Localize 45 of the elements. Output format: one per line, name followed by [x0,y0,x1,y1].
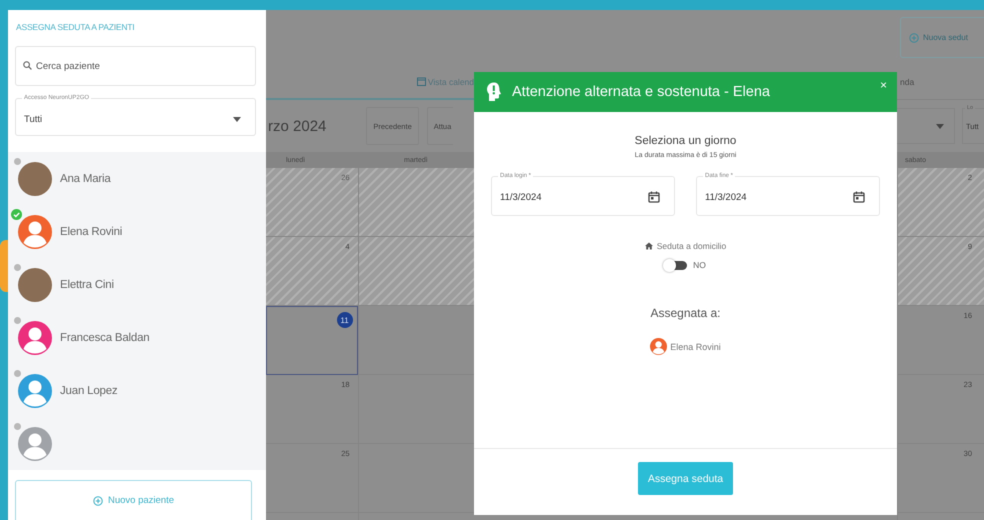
calendar-cell[interactable] [358,168,474,237]
photo-placeholder [18,268,52,302]
date-value: 11/3/2024 [500,192,542,202]
plus-circle-icon [92,496,103,506]
new-patient-button[interactable]: Nuovo paziente [15,480,252,520]
calendar-icon [853,191,865,203]
dialog-title: Attenzione alternata e sostenuta - Elena [512,84,770,100]
patient-item[interactable]: Ana Maria [8,152,266,205]
home-visit-label: Seduta a domicilio [656,241,726,251]
head-alert-icon [486,82,502,102]
calendar-icon [648,191,660,203]
month-title: rzo 2024 [268,118,326,134]
toggle-switch[interactable] [665,260,688,270]
patient-name: Elettra Cini [60,278,114,290]
calendar-icon [416,77,426,86]
date-value: 11/3/2024 [705,192,747,202]
toggle-state: NO [693,260,706,270]
dropdown[interactable] [897,108,955,144]
new-session-button[interactable]: Nuova sedut [900,17,984,58]
search-icon [23,61,32,70]
caret-icon [233,116,241,122]
patient-name: Elena Rovini [60,226,122,238]
patient-name: Ana Maria [60,172,111,184]
patient-name: Francesca Baldan [60,332,150,344]
panel-title: ASSEGNA SEDUTA A PAZIENTI [15,21,136,34]
assigned-heading: Assegnata a: [650,306,721,320]
close-button[interactable]: × [878,78,889,92]
assign-button[interactable]: Assegna seduta [638,462,734,495]
section-heading: Seleziona un giorno [634,135,736,147]
patient-name: Juan Lopez [60,384,118,396]
patient-item[interactable]: Elena Rovini [8,205,266,258]
home-icon [644,242,653,250]
assignee-name: Elena Rovini [670,342,721,352]
view-tab[interactable]: nda [900,77,914,87]
plus-circle-icon [909,32,919,42]
patient-item[interactable]: Juan Lopez [8,364,266,417]
photo-placeholder [18,162,52,196]
today-badge: 11 [336,312,353,328]
search-field[interactable]: Cerca paziente [15,46,256,86]
patient-item[interactable]: Elettra Cini [8,258,266,311]
calendar-cell[interactable]: 11 [266,306,358,375]
patient-item[interactable]: Francesca Baldan [8,311,266,364]
caret-icon [936,124,944,128]
calendar-cell[interactable] [358,237,474,306]
select-value: Tutti [24,114,42,125]
